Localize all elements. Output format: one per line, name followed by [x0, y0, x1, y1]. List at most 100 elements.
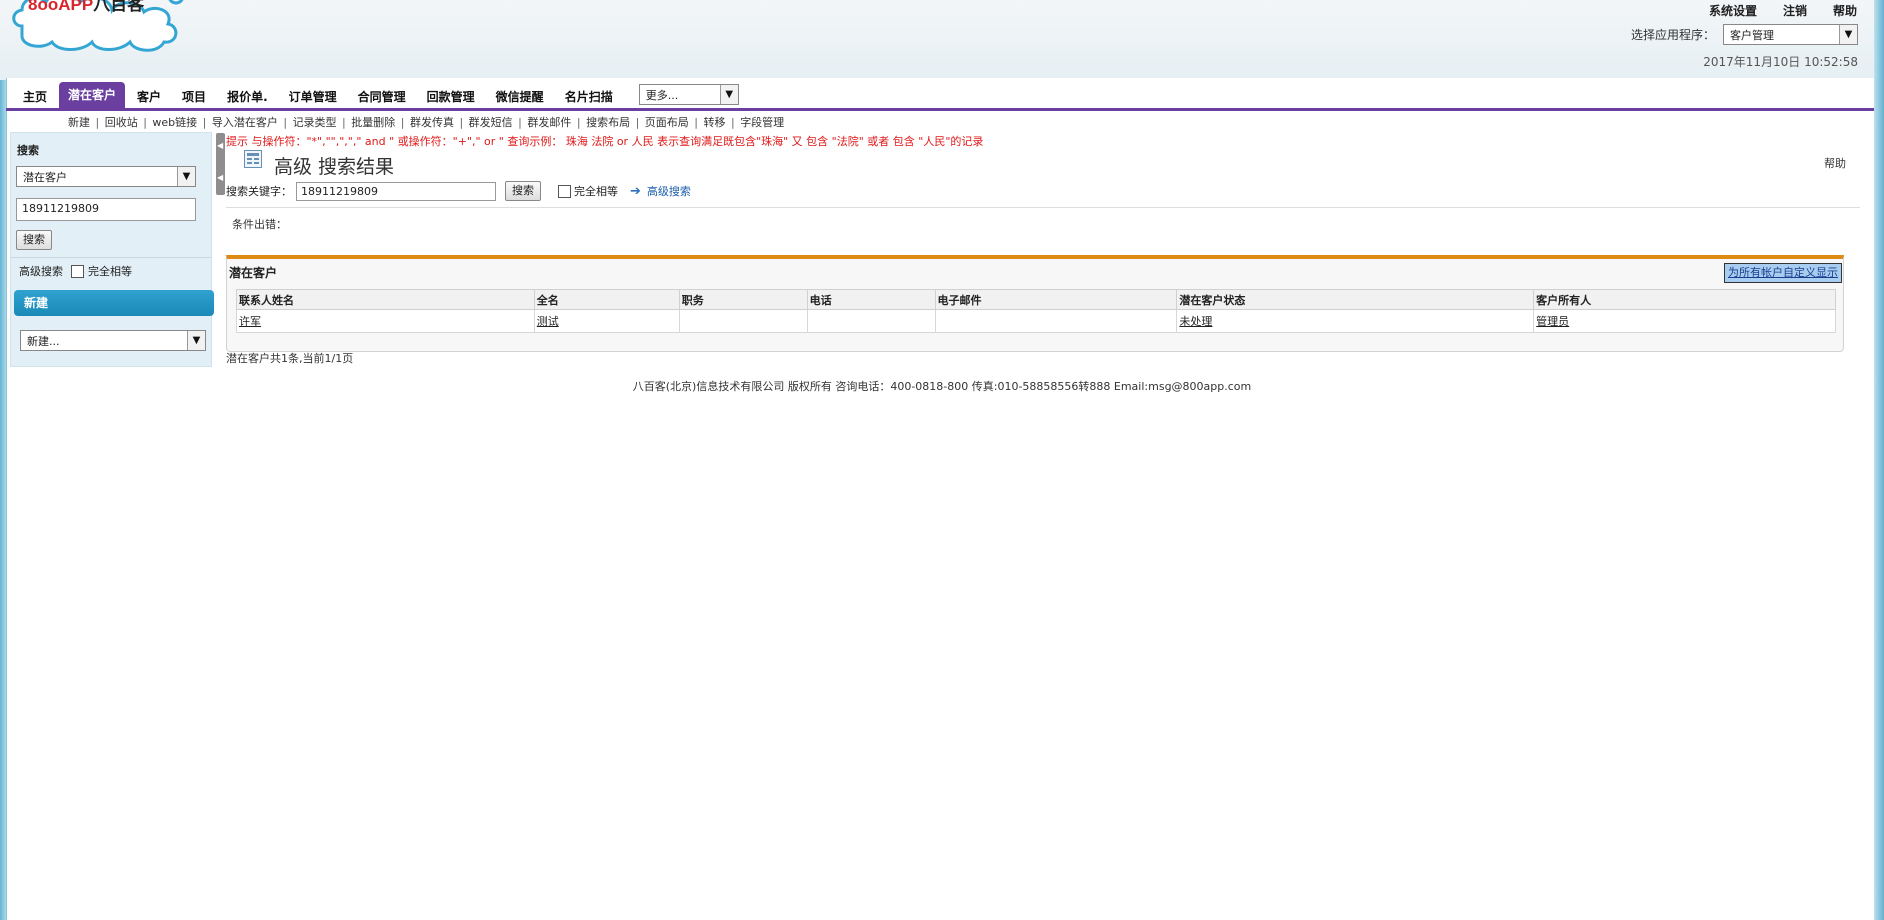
tab-leads[interactable]: 潜在客户 [59, 82, 126, 108]
logo-text: 8ooAPP八百客 [28, 0, 144, 15]
table-header-row: 联系人姓名 全名 职务 电话 电子邮件 潜在客户状态 客户所有人 [236, 289, 1836, 310]
sidebar-search-title: 搜索 [17, 144, 39, 157]
tab-contracts[interactable]: 合同管理 [349, 86, 415, 108]
subnav-web-link[interactable]: web链接 [152, 116, 197, 129]
subnav-mass-fax[interactable]: 群发传真 [410, 116, 454, 129]
sidebar-advanced-row: 高级搜索 完全相等 [19, 263, 132, 279]
chevron-down-icon: ▼ [187, 331, 205, 350]
chevron-down-icon: ▼ [177, 167, 195, 186]
subnav-transfer[interactable]: 转移 [703, 116, 725, 129]
keyword-label: 搜索关键字： [226, 185, 292, 198]
full-name-link[interactable]: 测试 [537, 315, 559, 328]
arrow-right-icon: ➔ [630, 183, 641, 199]
column-header-owner[interactable]: 客户所有人 [1533, 289, 1836, 310]
nav-more-value: 更多... [645, 88, 679, 102]
cell-email [934, 309, 1178, 333]
nav-more-select[interactable]: 更多... ▼ [638, 84, 739, 105]
sidebar-exact-match-checkbox[interactable] [71, 264, 84, 278]
subnav-field-management[interactable]: 字段管理 [740, 116, 784, 129]
sidebar-exact-match-label: 完全相等 [88, 265, 132, 278]
page-frame [6, 78, 1874, 920]
top-links: 系统设置 注销 帮助 [1709, 2, 1857, 19]
nav-underline [6, 108, 1874, 111]
subnav-search-layout[interactable]: 搜索布局 [586, 116, 630, 129]
sidebar-advanced-search-link[interactable]: 高级搜索 [19, 263, 63, 279]
tab-home[interactable]: 主页 [14, 86, 56, 108]
subnav-mass-email[interactable]: 群发邮件 [527, 116, 571, 129]
column-header-contact-name[interactable]: 联系人姓名 [236, 289, 535, 310]
app-select-label: 选择应用程序： [1630, 28, 1715, 42]
subnav-new[interactable]: 新建 [68, 116, 90, 129]
page-title: 高级 搜索结果 [274, 156, 395, 178]
results-summary: 潜在客户共1条,当前1/1页 [226, 352, 354, 365]
lead-status-link[interactable]: 未处理 [1179, 315, 1212, 328]
keyword-input[interactable]: 18911219809 [296, 181, 496, 201]
tab-payments[interactable]: 回款管理 [418, 86, 484, 108]
app-select-row: 选择应用程序： 客户管理 ▼ [1631, 24, 1858, 45]
subnav-page-layout[interactable]: 页面布局 [645, 116, 689, 129]
customize-display-button[interactable]: 为所有帐户自定义显示 [1724, 263, 1842, 283]
divider [226, 207, 1860, 208]
tab-customers[interactable]: 客户 [128, 86, 170, 108]
results-title: 潜在客户 [229, 266, 278, 280]
cell-owner: 管理员 [1533, 309, 1836, 333]
sidebar: 搜索 潜在客户 ▼ 18911219809 搜索 高级搜索 完全相等 新建 新建… [10, 132, 214, 367]
right-border-stripe [1874, 0, 1884, 920]
app-logo[interactable]: 8ooAPP八百客 [8, 0, 204, 58]
cell-lead-status: 未处理 [1176, 309, 1535, 333]
subnav-mass-sms[interactable]: 群发短信 [469, 116, 513, 129]
owner-link[interactable]: 管理员 [1536, 315, 1569, 328]
footer: 八百客(北京)信息技术有限公司 版权所有 咨询电话：400-0818-800 传… [632, 380, 1252, 393]
subnav-record-types[interactable]: 记录类型 [293, 116, 337, 129]
app-select[interactable]: 客户管理 ▼ [1723, 24, 1858, 45]
chevron-down-icon: ▼ [719, 85, 738, 104]
sidebar-new-header: 新建 [14, 290, 214, 316]
column-header-job-title[interactable]: 职务 [678, 289, 808, 310]
sidebar-divider [11, 257, 211, 258]
sidebar-new-select[interactable]: 新建... ▼ [20, 330, 206, 351]
sidebar-object-select-value: 潜在客户 [23, 170, 67, 184]
column-header-phone[interactable]: 电话 [806, 289, 936, 310]
exact-match-checkbox[interactable] [558, 184, 571, 198]
page-icon [244, 150, 262, 168]
tab-projects[interactable]: 项目 [173, 86, 215, 108]
chevron-left-icon: ◀ [217, 173, 224, 182]
advanced-search-link[interactable]: ➔ 高级搜索 [630, 183, 691, 199]
subnav-import-leads[interactable]: 导入潜在客户 [212, 116, 278, 129]
column-header-lead-status[interactable]: 潜在客户状态 [1176, 289, 1535, 310]
tab-wechat-reminders[interactable]: 微信提醒 [487, 86, 553, 108]
subnav-recycle-bin[interactable]: 回收站 [105, 116, 138, 129]
condition-error-label: 条件出错： [232, 218, 287, 231]
cell-full-name: 测试 [533, 309, 680, 333]
advanced-search-label: 高级搜索 [646, 185, 691, 198]
sidebar-new-select-value: 新建... [27, 334, 60, 348]
results-panel: 潜在客户 为所有帐户自定义显示 联系人姓名 全名 职务 电话 电子邮件 潜在客户… [226, 255, 1844, 352]
sidebar-search-button[interactable]: 搜索 [16, 230, 52, 250]
main-nav: 主页 潜在客户 客户 项目 报价单. 订单管理 合同管理 回款管理 微信提醒 名… [14, 82, 739, 108]
contact-name-link[interactable]: 许军 [239, 315, 261, 328]
tab-card-scan[interactable]: 名片扫描 [556, 86, 622, 108]
logo-text-cn: 八百客 [93, 0, 145, 14]
keyword-search-row: 搜索关键字： 18911219809 搜索 完全相等 ➔ 高级搜索 [226, 181, 691, 201]
system-settings-link[interactable]: 系统设置 [1709, 2, 1757, 19]
datetime-display: 2017年11月10日 10:52:58 [1703, 55, 1858, 69]
column-header-email[interactable]: 电子邮件 [934, 289, 1178, 310]
cell-job-title [678, 309, 808, 333]
tab-quotes[interactable]: 报价单. [218, 86, 277, 108]
chevron-left-icon: ◀ [217, 141, 224, 150]
cell-phone [806, 309, 936, 333]
help-top-link[interactable]: 帮助 [1833, 2, 1857, 19]
help-link[interactable]: 帮助 [1824, 155, 1846, 171]
sidebar-object-select[interactable]: 潜在客户 ▼ [16, 166, 196, 187]
cell-contact-name: 许军 [236, 309, 535, 333]
column-header-full-name[interactable]: 全名 [533, 289, 680, 310]
tab-orders[interactable]: 订单管理 [280, 86, 346, 108]
search-button[interactable]: 搜索 [505, 181, 541, 201]
logout-link[interactable]: 注销 [1783, 2, 1807, 19]
chevron-down-icon: ▼ [1839, 25, 1857, 44]
subnav: 新建 | 回收站 | web链接 | 导入潜在客户 | 记录类型 | 批量删除 … [68, 116, 785, 129]
sidebar-search-input[interactable]: 18911219809 [16, 198, 196, 221]
sidebar-collapse-handle[interactable]: ◀ ◀ [216, 133, 225, 195]
results-table: 联系人姓名 全名 职务 电话 电子邮件 潜在客户状态 客户所有人 许军 测试 未… [236, 289, 1836, 333]
subnav-batch-delete[interactable]: 批量删除 [351, 116, 395, 129]
